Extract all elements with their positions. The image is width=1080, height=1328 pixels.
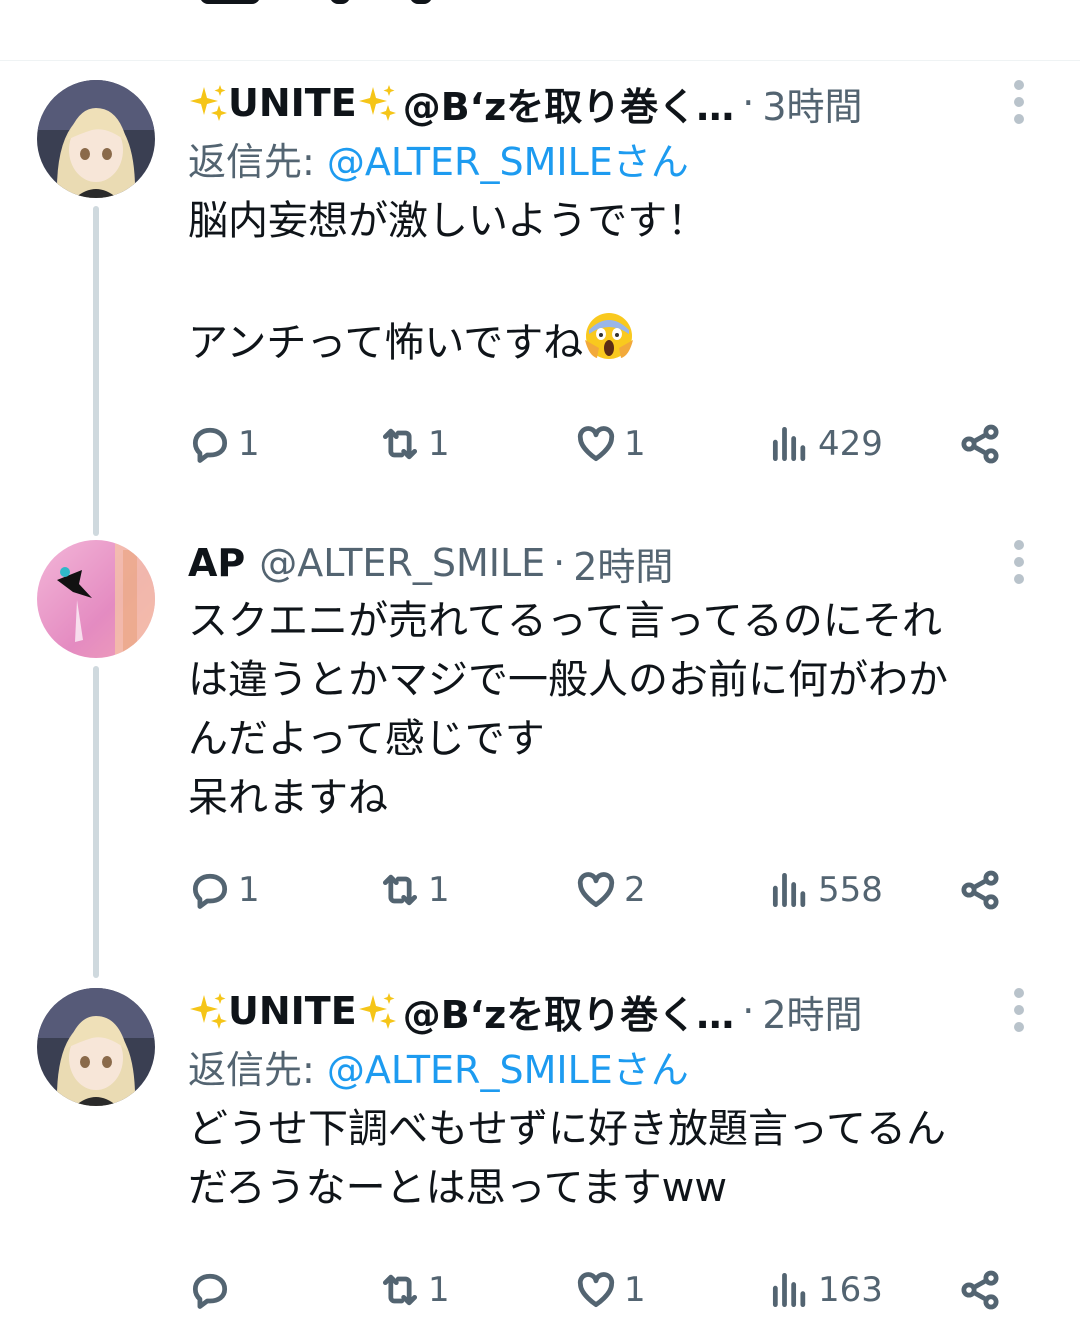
- tweet-header: UNITE @B‘zを取り巻く… · 2時間: [188, 982, 1048, 1040]
- retweet-icon: [382, 428, 418, 460]
- tweet-3[interactable]: UNITE @B‘zを取り巻く… · 2時間 返信先: @ALTER_SMILE…: [0, 970, 1080, 1328]
- tweet-2[interactable]: AP @ALTER_SMILE · 2時間 スクエニが売れてるって言ってるのにそ…: [0, 520, 1080, 978]
- like-button[interactable]: 1: [574, 1260, 646, 1320]
- tweet-actions: 1 1 1 429: [188, 414, 1048, 474]
- sparkles-icon: [190, 993, 227, 1029]
- reply-icon: [192, 1273, 228, 1309]
- tweet-actions: 1 1 163: [188, 1260, 1048, 1320]
- more-icon[interactable]: [1014, 80, 1024, 131]
- sparkles-icon: [358, 85, 396, 121]
- retweet-button[interactable]: 1: [378, 860, 450, 920]
- views-icon: [772, 872, 806, 908]
- reply-button[interactable]: [188, 1260, 238, 1320]
- reply-button[interactable]: 1: [188, 860, 260, 920]
- tweet-actions: 1 1 2 558: [188, 860, 1048, 920]
- reply-button[interactable]: 1: [188, 414, 260, 474]
- sparkles-icon: [190, 85, 227, 121]
- views-button[interactable]: 163: [768, 1260, 883, 1320]
- share-icon: [961, 1270, 999, 1310]
- reply-icon: [192, 873, 228, 909]
- display-name[interactable]: UNITE: [188, 81, 397, 125]
- views-icon: [772, 1272, 806, 1308]
- views-button[interactable]: 558: [768, 860, 883, 920]
- timestamp[interactable]: 2時間: [762, 984, 862, 1039]
- more-icon[interactable]: [1014, 540, 1024, 591]
- reply-context: 返信先: @ALTER_SMILEさん: [188, 140, 689, 184]
- share-icon: [961, 424, 999, 464]
- thread-line: [93, 206, 99, 536]
- like-icon: [577, 872, 615, 908]
- tweet-text: どうせ下調べもせずに好き放題言ってるん だろうなーとは思ってますww: [188, 1106, 946, 1211]
- reply-handle-link[interactable]: @ALTER_SMILEさん: [327, 1048, 689, 1092]
- share-button[interactable]: [958, 414, 1002, 474]
- like-button[interactable]: 2: [574, 860, 646, 920]
- views-button[interactable]: 429: [768, 414, 883, 474]
- views-icon: [772, 426, 806, 462]
- tweet-header: AP @ALTER_SMILE · 2時間: [188, 534, 1048, 592]
- like-icon: [577, 1272, 615, 1308]
- like-icon: [577, 426, 615, 462]
- separator: ·: [742, 81, 755, 125]
- tweet-header: UNITE @B‘zを取り巻く… · 3時間: [188, 74, 1048, 132]
- avatar-ap[interactable]: [37, 540, 155, 658]
- share-button[interactable]: [958, 860, 1002, 920]
- like-button[interactable]: 1: [574, 414, 646, 474]
- reply-icon: [192, 427, 228, 463]
- retweet-button[interactable]: 1: [378, 1260, 450, 1320]
- tweet-text: 脳内妄想が激しいようです！ アンチって怖いですね: [188, 198, 708, 366]
- thread-line: [93, 666, 99, 978]
- reply-handle-link[interactable]: @ALTER_SMILEさん: [327, 140, 689, 184]
- avatar-unite[interactable]: [37, 80, 155, 198]
- retweet-icon: [382, 1274, 418, 1306]
- separator: ·: [553, 541, 566, 585]
- more-icon[interactable]: [1014, 988, 1024, 1039]
- face-screaming-in-fear-icon: [585, 313, 634, 359]
- retweet-icon: [382, 874, 418, 906]
- tweet-text: スクエニが売れてるって言ってるのにそれ は違うとかマジで一般人のお前に何がわか …: [188, 598, 948, 821]
- timestamp[interactable]: 2時間: [573, 536, 673, 591]
- user-handle[interactable]: @ALTER_SMILE: [259, 541, 545, 585]
- retweet-button[interactable]: 1: [378, 414, 450, 474]
- share-button[interactable]: [958, 1260, 1002, 1320]
- separator: ·: [742, 989, 755, 1033]
- user-handle[interactable]: @B‘zを取り巻く…: [403, 984, 735, 1039]
- display-name[interactable]: UNITE: [188, 989, 397, 1033]
- reply-context: 返信先: @ALTER_SMILEさん: [188, 1048, 689, 1092]
- share-icon: [961, 870, 999, 910]
- display-name[interactable]: AP: [188, 541, 245, 585]
- sparkles-icon: [358, 993, 396, 1029]
- timestamp[interactable]: 3時間: [762, 76, 862, 131]
- previous-tweet-clipped: [0, 0, 1080, 61]
- tweet-1[interactable]: UNITE @B‘zを取り巻く… · 3時間 返信先: @ALTER_SMILE…: [0, 60, 1080, 536]
- user-handle[interactable]: @B‘zを取り巻く…: [403, 76, 735, 131]
- avatar-unite[interactable]: [37, 988, 155, 1106]
